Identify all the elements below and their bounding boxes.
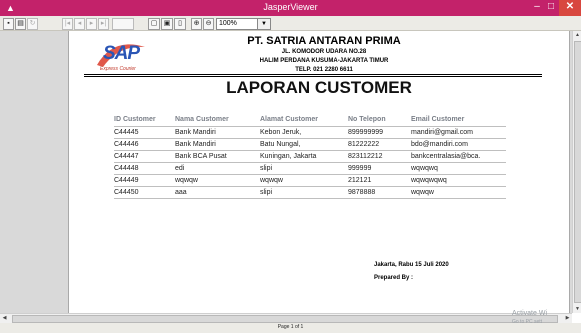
cell-email: wqwqwq xyxy=(411,162,506,175)
cell-email: bankcentralasia@bca. xyxy=(411,150,506,163)
cell-phone: 81222222 xyxy=(348,138,411,151)
horizontal-scrollbar[interactable]: ◀ ▶ xyxy=(0,313,572,323)
actual-size-icon[interactable]: ▢ xyxy=(148,18,160,30)
report-date: Jakarta, Rabu 15 Juli 2020 xyxy=(374,262,449,268)
status-bar: Page 1 of 1 xyxy=(0,323,581,333)
first-page-icon[interactable]: |◂ xyxy=(62,18,73,30)
minimize-button[interactable]: – xyxy=(531,0,543,16)
maximize-button[interactable]: □ xyxy=(545,0,557,16)
cell-address: Batu Nungal, xyxy=(260,138,348,151)
fit-page-icon[interactable]: ▣ xyxy=(161,18,173,30)
cell-phone: 9878888 xyxy=(348,186,411,199)
window-title: JasperViewer xyxy=(263,2,318,12)
table-row: C44449 wqwqw wqwqw 212121 wqwqwqwq xyxy=(114,174,506,187)
watermark-line-1: Activate Wi xyxy=(512,310,548,317)
vertical-scrollbar[interactable]: ▲ ▼ xyxy=(572,31,581,313)
zoom-dropdown-icon[interactable]: ▼ xyxy=(257,18,271,30)
watermark-line-2: Go to PC sett xyxy=(512,319,543,325)
table-row: C44445 Bank Mandiri Kebon Jeruk, 8999999… xyxy=(114,126,506,139)
company-address-1: JL. KOMODOR UDARA NO.28 xyxy=(281,49,367,55)
cell-address: slipi xyxy=(260,186,348,199)
fit-width-icon[interactable]: ▯ xyxy=(174,18,186,30)
cell-id: C44450 xyxy=(114,186,175,199)
column-header: Alamat Customer xyxy=(260,115,318,123)
cell-id: C44448 xyxy=(114,162,175,175)
scroll-right-icon[interactable]: ▶ xyxy=(563,314,572,323)
page-count-label: Page 1 of 1 xyxy=(277,324,304,330)
activation-watermark: Activate Wi Go to PC sett xyxy=(512,309,547,327)
zoom-in-icon[interactable]: ⊕ xyxy=(191,18,202,30)
reload-icon[interactable]: ↻ xyxy=(27,18,38,30)
sap-logo-subtext: Express Courier xyxy=(100,66,136,72)
cell-email: bdo@mandiri.com xyxy=(411,138,506,151)
save-icon[interactable]: ▪ xyxy=(3,18,14,30)
column-header: ID Customer xyxy=(114,115,156,123)
customer-table: ID Customer Nama Customer Alamat Custome… xyxy=(114,114,506,199)
scroll-left-icon[interactable]: ◀ xyxy=(0,314,9,323)
cell-name: Bank BCA Pusat xyxy=(175,150,260,163)
page-number-field[interactable] xyxy=(112,18,134,30)
close-button[interactable]: ✕ xyxy=(559,0,581,16)
company-header: PT. SATRIA ANTARAN PRIMA JL. KOMODOR UDA… xyxy=(174,35,474,75)
sap-logo-text: SAP xyxy=(103,43,140,64)
table-row: C44450 aaa slipi 9878888 wqwqw xyxy=(114,186,506,199)
last-page-icon[interactable]: ▸| xyxy=(98,18,109,30)
column-header: No Telepon xyxy=(348,115,386,123)
header-divider-2 xyxy=(84,76,542,77)
cell-name: edi xyxy=(175,162,260,175)
cell-id: C44445 xyxy=(114,126,175,139)
previous-page-icon[interactable]: ◂ xyxy=(74,18,85,30)
report-title: LAPORAN CUSTOMER xyxy=(226,78,412,97)
cell-name: aaa xyxy=(175,186,260,199)
prepared-by-label: Prepared By : xyxy=(374,275,414,281)
header-divider xyxy=(84,74,542,75)
cell-name: Bank Mandiri xyxy=(175,126,260,139)
cell-id: C44449 xyxy=(114,174,175,187)
table-header-row: ID Customer Nama Customer Alamat Custome… xyxy=(114,114,506,127)
table-row: C44446 Bank Mandiri Batu Nungal, 8122222… xyxy=(114,138,506,151)
cell-id: C44446 xyxy=(114,138,175,151)
column-header: Email Customer xyxy=(411,115,465,123)
table-row: C44448 edi slipi 999999 wqwqwq xyxy=(114,162,506,175)
cell-phone: 212121 xyxy=(348,174,411,187)
report-viewport: SAP Express Courier PT. SATRIA ANTARAN P… xyxy=(0,31,572,313)
cell-email: wqwqwqwq xyxy=(411,174,506,187)
scroll-down-icon[interactable]: ▼ xyxy=(573,305,581,313)
print-icon[interactable]: ▤ xyxy=(15,18,26,30)
cell-phone: 899999999 xyxy=(348,126,411,139)
column-header: Nama Customer xyxy=(175,115,229,123)
cell-address: Kuningan, Jakarta xyxy=(260,150,348,163)
cell-phone: 999999 xyxy=(348,162,411,175)
cell-address: wqwqw xyxy=(260,174,348,187)
cell-address: Kebon Jeruk, xyxy=(260,126,348,139)
viewer-toolbar: ▪ ▤ ↻ |◂ ◂ ▸ ▸| ▢ ▣ ▯ ⊕ ⊖ 100% ▼ xyxy=(0,16,581,31)
cell-email: mandiri@gmail.com xyxy=(411,126,506,139)
company-address-2: HALIM PERDANA KUSUMA-JAKARTA TIMUR xyxy=(259,58,389,64)
scroll-up-icon[interactable]: ▲ xyxy=(573,31,581,39)
zoom-select[interactable]: 100% xyxy=(216,18,258,30)
horizontal-scroll-thumb[interactable] xyxy=(12,315,558,323)
cell-id: C44447 xyxy=(114,150,175,163)
cell-name: Bank Mandiri xyxy=(175,138,260,151)
report-page: SAP Express Courier PT. SATRIA ANTARAN P… xyxy=(68,31,570,313)
vertical-scroll-thumb[interactable] xyxy=(574,41,581,303)
cell-name: wqwqw xyxy=(175,174,260,187)
cell-email: wqwqw xyxy=(411,186,506,199)
window-titlebar: ▲ JasperViewer – □ ✕ xyxy=(0,0,581,16)
next-page-icon[interactable]: ▸ xyxy=(86,18,97,30)
table-row: C44447 Bank BCA Pusat Kuningan, Jakarta … xyxy=(114,150,506,163)
company-name: PT. SATRIA ANTARAN PRIMA xyxy=(247,35,401,47)
cell-address: slipi xyxy=(260,162,348,175)
zoom-out-icon[interactable]: ⊖ xyxy=(203,18,214,30)
cell-phone: 823112212 xyxy=(348,150,411,163)
